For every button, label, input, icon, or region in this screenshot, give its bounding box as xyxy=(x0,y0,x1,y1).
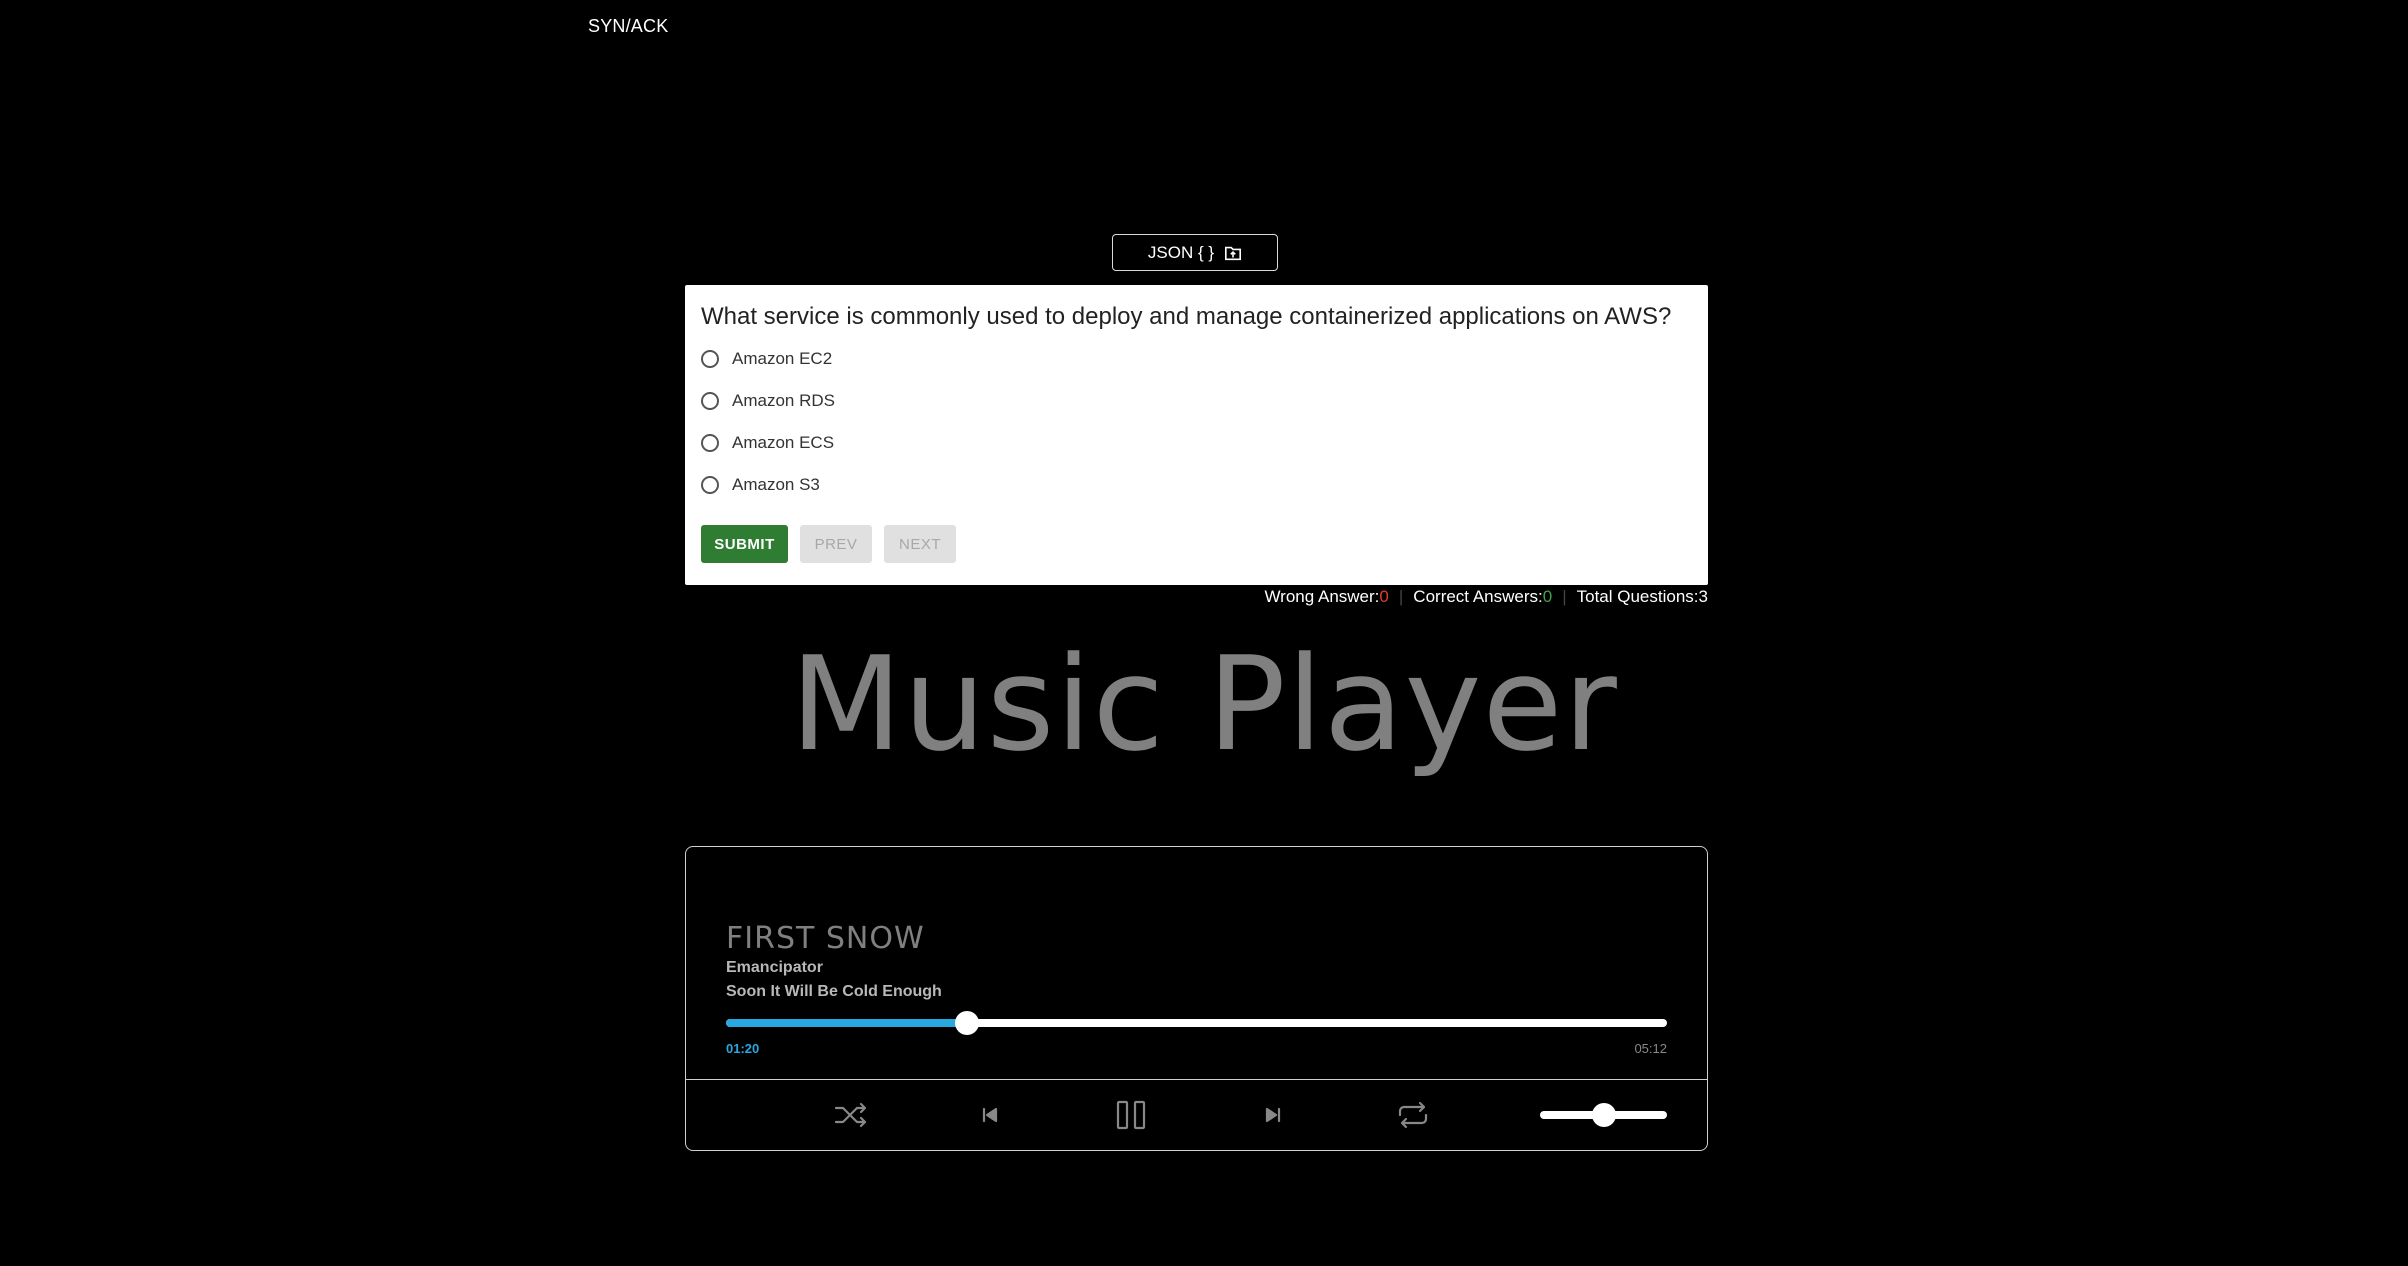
album-name: Soon It Will Be Cold Enough xyxy=(726,983,942,1000)
next-track-button[interactable] xyxy=(1251,1095,1295,1135)
previous-button[interactable] xyxy=(968,1095,1012,1135)
correct-answer-label: Correct Answers: xyxy=(1413,587,1543,606)
radio-button[interactable] xyxy=(701,392,719,410)
quiz-option[interactable]: Amazon RDS xyxy=(701,391,835,411)
pause-button[interactable] xyxy=(1109,1095,1153,1135)
option-label: Amazon RDS xyxy=(732,391,835,410)
quiz-option[interactable]: Amazon S3 xyxy=(701,475,820,495)
folder-upload-icon xyxy=(1225,246,1242,260)
next-icon xyxy=(1265,1107,1281,1123)
option-label: Amazon EC2 xyxy=(732,349,833,368)
progress-fill xyxy=(726,1019,968,1027)
shuffle-button[interactable] xyxy=(829,1095,873,1135)
stats-divider: | xyxy=(1398,587,1404,606)
progress-thumb[interactable] xyxy=(955,1011,980,1035)
repeat-button[interactable] xyxy=(1391,1095,1435,1135)
music-player-heading: Music Player xyxy=(790,628,1618,780)
next-button[interactable]: NEXT xyxy=(884,525,956,563)
pause-icon xyxy=(1116,1100,1146,1130)
repeat-icon xyxy=(1398,1101,1428,1129)
quiz-question: What service is commonly used to deploy … xyxy=(701,303,1672,330)
total-questions-label: Total Questions: xyxy=(1576,587,1699,606)
option-label: Amazon S3 xyxy=(732,475,820,494)
wrong-answer-label: Wrong Answer: xyxy=(1264,587,1380,606)
progress-bar[interactable] xyxy=(726,1011,1667,1035)
song-title: FIRST SNOW xyxy=(726,921,925,956)
brand-logo[interactable]: SYN/ACK xyxy=(588,16,668,37)
volume-thumb[interactable] xyxy=(1591,1103,1616,1127)
quiz-option[interactable]: Amazon ECS xyxy=(701,433,834,453)
wrong-answer-count: 0 xyxy=(1379,587,1389,606)
json-button-label: JSON { } xyxy=(1147,242,1215,262)
music-player: FIRST SNOW Emancipator Soon It Will Be C… xyxy=(685,846,1708,1151)
duration: 05:12 xyxy=(1634,1041,1667,1056)
radio-button[interactable] xyxy=(701,434,719,452)
controls-divider xyxy=(686,1079,1707,1080)
artist-name: Emancipator xyxy=(726,959,823,976)
shuffle-icon xyxy=(834,1102,867,1128)
current-time: 01:20 xyxy=(726,1041,760,1056)
option-label: Amazon ECS xyxy=(732,433,835,452)
quiz-option[interactable]: Amazon EC2 xyxy=(701,349,832,369)
quiz-card: What service is commonly used to deploy … xyxy=(685,285,1708,585)
previous-icon xyxy=(982,1107,998,1123)
quiz-stats: Wrong Answer: 0 | Correct Answers: 0 | T… xyxy=(1264,587,1708,607)
stats-divider: | xyxy=(1562,587,1567,606)
correct-answer-count: 0 xyxy=(1542,587,1553,606)
radio-button[interactable] xyxy=(701,476,719,494)
volume-slider[interactable] xyxy=(1540,1103,1667,1127)
prev-button[interactable]: PREV xyxy=(800,525,872,563)
submit-button[interactable]: SUBMIT xyxy=(701,525,788,563)
radio-button[interactable] xyxy=(701,350,719,368)
json-upload-button[interactable]: JSON { } xyxy=(1112,234,1278,271)
total-questions-count: 3 xyxy=(1698,587,1708,606)
